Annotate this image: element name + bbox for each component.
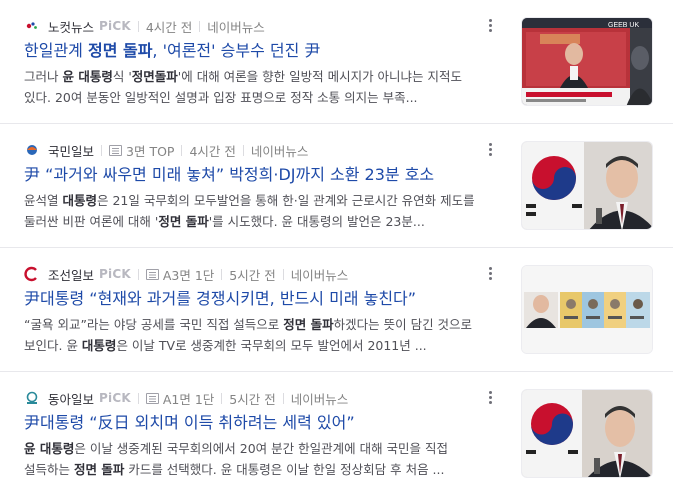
thumb-caption: GEEB UK <box>608 22 639 29</box>
article-description[interactable]: 윤석열 대통령은 21일 국무회의 모두발언을 통해 한·일 관계와 근로시간 … <box>24 190 486 232</box>
press-name[interactable]: 조선일보 <box>48 265 94 284</box>
news-meta: 노컷뉴스 PiCK 4시간 전 네이버뉴스 <box>24 17 265 35</box>
pick-badge: PiCK <box>99 391 131 405</box>
divider <box>137 392 139 404</box>
paper-page: 3면 TOP <box>109 141 174 160</box>
divider <box>137 268 139 280</box>
newspaper-icon <box>145 268 159 280</box>
divider <box>221 392 223 404</box>
article-time: 4시간 전 <box>189 143 236 159</box>
news-meta: 국민일보 3면 TOP 4시간 전 네이버뉴스 <box>24 141 308 159</box>
pick-badge: PiCK <box>99 267 131 281</box>
more-options-icon[interactable] <box>483 386 497 408</box>
paper-page: A1면 1단 <box>145 389 214 408</box>
article-thumbnail[interactable]: GEEB UK <box>521 17 653 106</box>
article-description[interactable]: 윤 대통령은 이날 생중계된 국무회의에서 20여 분간 한일관계에 대해 국민… <box>24 438 486 480</box>
press-name[interactable]: 국민일보 <box>48 141 94 160</box>
article-title[interactable]: 尹대통령 “현재와 과거를 경쟁시키면, 반드시 미래 놓친다” <box>24 287 494 311</box>
article-thumbnail[interactable] <box>521 265 653 354</box>
more-options-icon[interactable] <box>483 14 497 36</box>
press-name[interactable]: 노컷뉴스 <box>48 17 94 36</box>
article-thumbnail[interactable] <box>521 389 653 478</box>
article-thumbnail[interactable] <box>521 141 653 230</box>
pick-badge: PiCK <box>99 19 131 33</box>
press-name[interactable]: 동아일보 <box>48 389 94 408</box>
news-item: 동아일보 PiCK A1면 1단 5시간 전 네이버뉴스 尹대통령 “反日 외치… <box>0 372 673 496</box>
paper-page: A3면 1단 <box>145 265 214 284</box>
naver-news-link[interactable]: 네이버뉴스 <box>207 17 265 36</box>
divider <box>221 268 223 280</box>
news-meta: 조선일보 PiCK A3면 1단 5시간 전 네이버뉴스 <box>24 265 348 283</box>
divider <box>282 392 284 404</box>
article-title[interactable]: 한일관계 정면 돌파, '여론전' 승부수 던진 尹 <box>24 39 494 63</box>
naver-news-link[interactable]: 네이버뉴스 <box>291 265 349 284</box>
news-item: 노컷뉴스 PiCK 4시간 전 네이버뉴스 한일관계 정면 돌파, '여론전' … <box>0 0 673 124</box>
news-item: 조선일보 PiCK A3면 1단 5시간 전 네이버뉴스 尹대통령 “현재와 과… <box>0 248 673 372</box>
newspaper-icon <box>145 392 159 404</box>
article-time: 4시간 전 <box>145 19 193 35</box>
divider <box>199 20 201 32</box>
divider <box>181 144 183 156</box>
more-options-icon[interactable] <box>483 262 497 284</box>
article-title[interactable]: 尹 “과거와 싸우면 미래 놓쳐” 박정희·DJ까지 소환 23분 호소 <box>24 163 494 187</box>
divider <box>137 20 139 32</box>
article-description[interactable]: 그러나 윤 대통령식 '정면돌파'에 대해 여론을 향한 일방적 메시지가 아니… <box>24 66 486 108</box>
divider <box>282 268 284 280</box>
naver-news-link[interactable]: 네이버뉴스 <box>251 141 309 160</box>
press-logo-icon[interactable] <box>24 142 40 158</box>
article-time: 5시간 전 <box>229 391 276 407</box>
article-time: 5시간 전 <box>229 267 276 283</box>
press-logo-icon[interactable] <box>24 266 40 282</box>
news-list: 노컷뉴스 PiCK 4시간 전 네이버뉴스 한일관계 정면 돌파, '여론전' … <box>0 0 673 496</box>
naver-news-link[interactable]: 네이버뉴스 <box>291 389 349 408</box>
news-item: 국민일보 3면 TOP 4시간 전 네이버뉴스 尹 “과거와 싸우면 미래 놓쳐… <box>0 124 673 248</box>
article-description[interactable]: “굴욕 외교”라는 야당 공세를 국민 직접 설득으로 정면 돌파하겠다는 뜻이… <box>24 314 486 356</box>
more-options-icon[interactable] <box>483 138 497 160</box>
news-meta: 동아일보 PiCK A1면 1단 5시간 전 네이버뉴스 <box>24 389 348 407</box>
press-logo-icon[interactable] <box>24 390 40 406</box>
press-logo-icon[interactable] <box>24 18 40 34</box>
divider <box>101 144 103 156</box>
article-title[interactable]: 尹대통령 “反日 외치며 이득 취하려는 세력 있어” <box>24 411 494 435</box>
divider <box>242 144 244 156</box>
newspaper-icon <box>109 144 123 156</box>
